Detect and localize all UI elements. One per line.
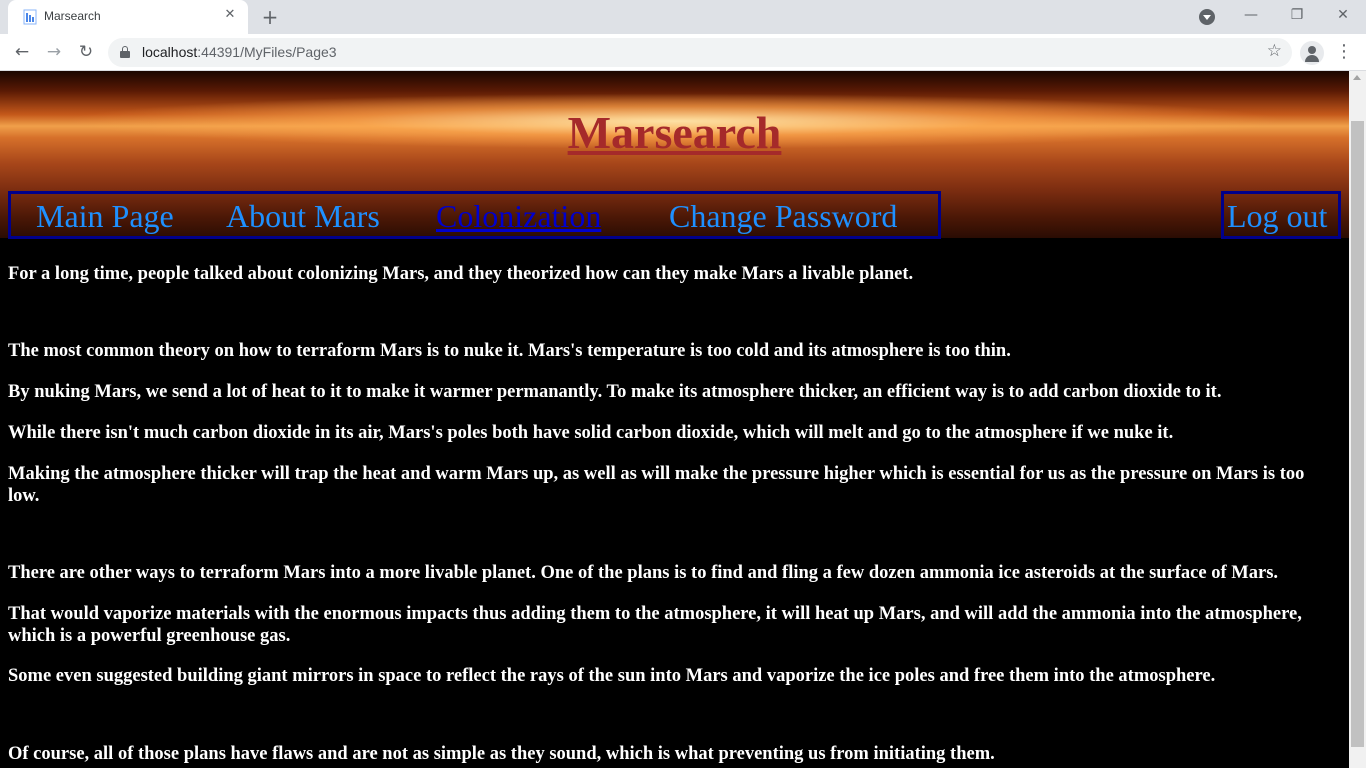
paragraph: Making the atmosphere thicker will trap … [8,464,1305,506]
url-text[interactable]: localhost:44391/MyFiles/Page3 [142,44,337,60]
mars-header-banner: Marsearch Main Page About Mars Colonizat… [0,71,1349,239]
tab-search-icon[interactable] [1199,9,1215,25]
logout-container: Log out [1221,191,1341,239]
scrollbar-thumb[interactable] [1351,121,1364,747]
nav-change-password[interactable]: Change Password [669,198,897,235]
url-path: :44391/MyFiles/Page3 [197,44,337,60]
main-nav: Main Page About Mars Colonization Change… [8,191,941,239]
restore-button[interactable]: ❐ [1282,4,1312,26]
new-tab-button[interactable]: + [258,6,282,28]
vertical-scrollbar[interactable] [1349,71,1366,768]
close-window-button[interactable]: ✕ [1328,4,1358,26]
tab-title: Marsearch [44,9,101,23]
paragraph: That would vaporize materials with the e… [8,604,1302,646]
bookmark-star-icon[interactable]: ☆ [1267,41,1282,61]
nav-main-page[interactable]: Main Page [36,198,174,235]
paragraph: Some even suggested building giant mirro… [8,666,1216,686]
paragraph: By nuking Mars, we send a lot of heat to… [8,382,1222,402]
page-viewport: Marsearch Main Page About Mars Colonizat… [0,71,1349,768]
paragraph: While there isn't much carbon dioxide in… [8,423,1174,443]
site-title[interactable]: Marsearch [0,106,1349,159]
address-bar[interactable]: localhost:44391/MyFiles/Page3 ☆ [108,38,1292,67]
scroll-up-arrow-icon[interactable] [1353,75,1361,80]
browser-tab[interactable]: Marsearch ✕ [8,0,248,34]
browser-tab-bar: Marsearch ✕ + — ❐ ✕ [0,0,1366,34]
url-host: localhost [142,44,198,60]
forward-button[interactable]: → [41,40,67,64]
page-favicon-icon [23,9,37,25]
paragraph: There are other ways to terraform Mars i… [8,563,1279,583]
minimize-button[interactable]: — [1236,4,1266,26]
paragraph: For a long time, people talked about col… [8,264,914,284]
browser-toolbar: ← → ↻ localhost:44391/MyFiles/Page3 ☆ ⋮ [0,34,1366,71]
tab-close-icon[interactable]: ✕ [222,7,238,23]
reload-button[interactable]: ↻ [73,40,99,64]
logout-link[interactable]: Log out [1227,198,1327,235]
back-button[interactable]: ← [9,40,35,64]
nav-about-mars[interactable]: About Mars [226,198,380,235]
lock-icon[interactable] [120,46,130,58]
paragraph: The most common theory on how to terrafo… [8,341,1011,361]
nav-colonization[interactable]: Colonization [436,198,601,235]
browser-menu-icon[interactable]: ⋮ [1334,40,1354,64]
paragraph: Of course, all of those plans have flaws… [8,744,995,764]
profile-avatar-icon[interactable] [1300,41,1324,65]
